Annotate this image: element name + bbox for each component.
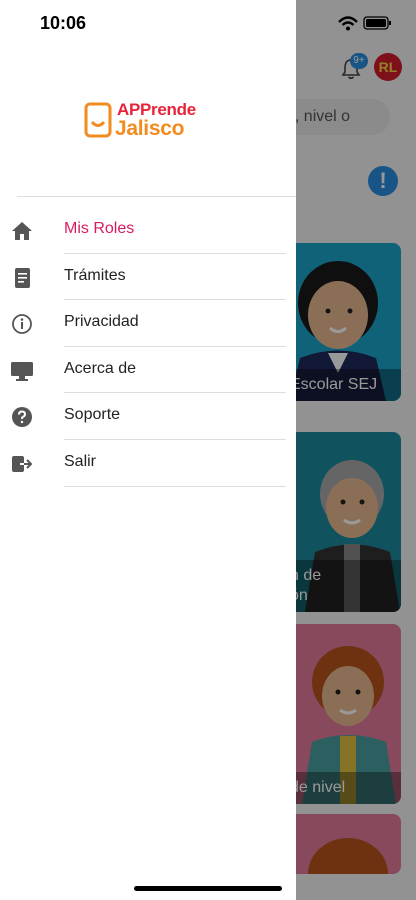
menu-item-mis-roles[interactable]: Mis Roles: [0, 207, 296, 254]
menu-item-label: Salir: [64, 452, 97, 470]
menu-item-label: Trámites: [64, 266, 126, 284]
menu-item-label: Mis Roles: [64, 220, 135, 237]
logo-text-line2: Jalisco: [115, 117, 185, 140]
menu-item-salir[interactable]: Salir: [0, 440, 296, 487]
question-circle-icon: [12, 407, 32, 428]
home-indicator[interactable]: [134, 886, 282, 891]
app-logo: APPrende Jalisco: [84, 100, 214, 140]
logout-icon: [12, 455, 33, 472]
menu-item-privacidad[interactable]: Privacidad: [0, 300, 296, 347]
divider: [17, 196, 296, 197]
status-time: 10:06: [40, 13, 87, 33]
divider: [64, 485, 286, 487]
menu-item-soporte[interactable]: Soporte: [0, 393, 296, 440]
logo-mark: [84, 102, 112, 138]
info-circle-icon: [12, 314, 32, 335]
navigation-drawer: 10:06 APPrende Jalisco Mis Roles Trámite…: [0, 0, 296, 900]
home-icon: [12, 222, 32, 240]
monitor-icon: [11, 361, 33, 381]
document-icon: [15, 267, 30, 288]
menu-item-label: Acerca de: [64, 359, 137, 377]
drawer-menu: Mis Roles Trámites Privacidad Acerca de …: [0, 207, 296, 487]
menu-item-label: Soporte: [64, 406, 121, 424]
menu-item-label: Privacidad: [64, 313, 139, 331]
menu-item-acerca-de[interactable]: Acerca de: [0, 347, 296, 394]
menu-item-tramites[interactable]: Trámites: [0, 254, 296, 301]
